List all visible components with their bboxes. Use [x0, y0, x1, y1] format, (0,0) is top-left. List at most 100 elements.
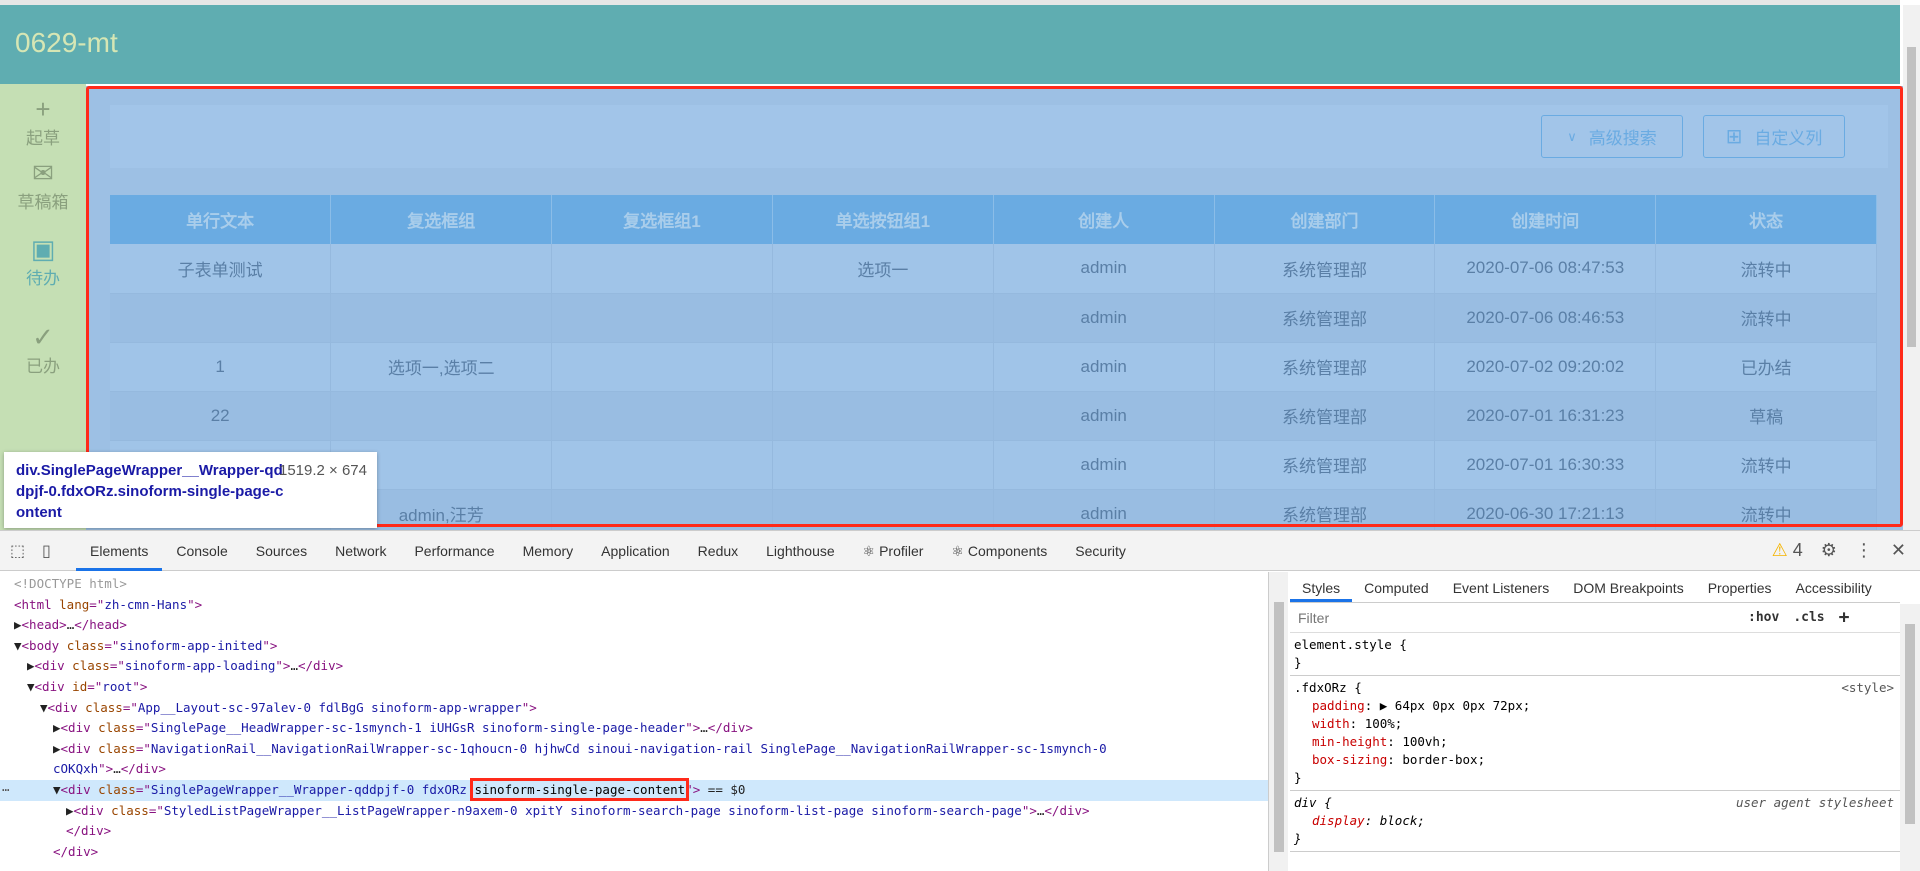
column-header[interactable]: 创建人	[993, 195, 1215, 244]
column-header[interactable]: 单选按钮组1	[772, 195, 994, 244]
more-options-icon[interactable]: ⋮	[1855, 540, 1873, 561]
styles-tab-accessibility[interactable]: Accessibility	[1784, 580, 1884, 602]
device-toolbar-icon[interactable]: ▯	[42, 541, 64, 561]
styles-filter-input[interactable]	[1294, 605, 1734, 630]
style-property[interactable]: box-sizing: border-box;	[1294, 751, 1896, 769]
table-row[interactable]: admin 系统管理部 2020-07-06 08:46:53 流转中	[110, 293, 1877, 343]
column-header[interactable]: 复选框组	[330, 195, 553, 244]
table-cell: 22	[110, 391, 332, 441]
hov-toggle[interactable]: :hov	[1748, 610, 1779, 625]
column-header[interactable]: 单行文本	[110, 195, 332, 244]
new-style-rule-button[interactable]: +	[1839, 607, 1850, 628]
devtools-tab-sources[interactable]: Sources	[242, 531, 321, 571]
envelope-icon: ✉	[32, 158, 54, 188]
dom-node-line[interactable]: ▶<div class="NavigationRail__NavigationR…	[0, 739, 1268, 760]
page-scrollbar[interactable]	[1903, 5, 1920, 530]
column-header[interactable]: 创建部门	[1214, 195, 1436, 244]
dom-node-line[interactable]: </div>	[0, 842, 1268, 863]
rail-item-已办[interactable]: ✓ 已办	[0, 322, 86, 377]
dom-token: ▼	[14, 637, 22, 653]
inspect-element-icon[interactable]: ⬚	[10, 541, 32, 561]
dom-token: ▶	[27, 658, 35, 674]
dom-node-line[interactable]: cOKQxh">…</div>	[0, 759, 1268, 780]
dom-token: ="	[104, 637, 120, 653]
rule-selector[interactable]: element.style {	[1294, 636, 1896, 654]
table-cell	[772, 391, 994, 441]
rail-item-待办[interactable]: ▣ 待办	[0, 234, 86, 289]
dom-node-line[interactable]: ▼<div id="root">	[0, 677, 1268, 698]
dom-node-line[interactable]: ▼<div class="App__Layout-sc-97alev-0 fdl…	[0, 698, 1268, 719]
dom-token: == $0	[700, 781, 746, 797]
styles-tab-dom-breakpoints[interactable]: DOM Breakpoints	[1561, 580, 1695, 602]
warning-count[interactable]: ⚠ 4	[1772, 540, 1803, 561]
devtools-tab-components[interactable]: ⚛ Components	[937, 531, 1061, 571]
rail-item-起草[interactable]: + 起草	[0, 94, 86, 149]
table-cell: 2020-07-01 16:30:33	[1434, 440, 1657, 490]
table-cell: 流转中	[1655, 244, 1877, 294]
styles-tab-properties[interactable]: Properties	[1696, 580, 1784, 602]
devtools-tab-lighthouse[interactable]: Lighthouse	[752, 531, 849, 571]
dom-token: ">	[275, 658, 291, 674]
dom-token: ▶	[53, 720, 61, 736]
property-value: : 100vh;	[1387, 734, 1448, 749]
dom-node-line[interactable]: ▶<head>…</head>	[0, 615, 1268, 636]
dom-node-line[interactable]: ▶<div class="sinoform-app-loading">…</di…	[0, 656, 1268, 677]
rule-source[interactable]: user agent stylesheet	[1736, 794, 1894, 812]
table-cell	[772, 293, 994, 343]
chevron-down-icon: ∨	[1567, 128, 1577, 144]
devtools-tab-performance[interactable]: Performance	[400, 531, 508, 571]
styles-tab-computed[interactable]: Computed	[1352, 580, 1441, 602]
style-property[interactable]: width: 100%;	[1294, 715, 1896, 733]
devtools-actions: ⚠ 4 ⚙ ⋮ ✕	[1772, 540, 1920, 561]
devtools-tab-memory[interactable]: Memory	[509, 531, 588, 571]
rule-selector[interactable]: .fdxORz {	[1294, 679, 1896, 697]
column-header[interactable]: 复选框组1	[551, 195, 773, 244]
close-icon[interactable]: ✕	[1891, 540, 1906, 561]
cls-toggle[interactable]: .cls	[1793, 610, 1824, 625]
table-cell	[551, 391, 773, 441]
styles-tab-event-listeners[interactable]: Event Listeners	[1441, 580, 1562, 602]
more-icon[interactable]: ⋯	[2, 780, 10, 801]
custom-columns-button[interactable]: ⊞ 自定义列	[1703, 115, 1845, 158]
style-rule: element.style {}	[1290, 633, 1900, 676]
dom-token: root	[102, 678, 133, 694]
gear-icon[interactable]: ⚙	[1821, 540, 1837, 561]
style-property[interactable]: display: block;	[1294, 812, 1896, 830]
devtools-tab-console[interactable]: Console	[162, 531, 241, 571]
dom-node-line[interactable]: ▶<div class="SinglePage__HeadWrapper-sc-…	[0, 718, 1268, 739]
table-row[interactable]: 1 选项一,选项二 admin 系统管理部 2020-07-02 09:20:02 已办结	[110, 342, 1877, 392]
column-header[interactable]: 创建时间	[1434, 195, 1657, 244]
dom-node-line[interactable]: <!DOCTYPE html>	[0, 574, 1268, 595]
devtools-tab-network[interactable]: Network	[321, 531, 400, 571]
table-cell: 选项一	[772, 244, 994, 294]
dom-node-line[interactable]: ▼<body class="sinoform-app-inited">	[0, 636, 1268, 657]
rule-source[interactable]: <style>	[1841, 679, 1894, 697]
devtools-tab-profiler[interactable]: ⚛ Profiler	[849, 531, 938, 571]
table-cell: 已办结	[1655, 342, 1877, 392]
table-cell: admin	[993, 489, 1215, 530]
table-row[interactable]: 子表单测试 选项一 admin 系统管理部 2020-07-06 08:47:53 流转中	[110, 244, 1877, 294]
style-property[interactable]: min-height: 100vh;	[1294, 733, 1896, 751]
styles-tab-styles[interactable]: Styles	[1290, 580, 1353, 602]
table-row[interactable]: 22 admin 系统管理部 2020-07-01 16:31:23 草稿	[110, 391, 1877, 441]
dom-node-line[interactable]: ▶<div class="StyledListPageWrapper__List…	[0, 801, 1268, 822]
devtools-tab-elements[interactable]: Elements	[76, 531, 163, 571]
elements-scrollbar[interactable]	[1268, 572, 1288, 871]
dom-token: <div	[60, 720, 99, 736]
style-property[interactable]: padding: ▶ 64px 0px 0px 72px;	[1294, 697, 1896, 715]
dom-token: sinoform-app-inited	[119, 637, 263, 653]
devtools-panel: ⬚ ▯ Elements Console Sources Network Perform…	[0, 530, 1920, 871]
custom-columns-label: 自定义列	[1754, 129, 1823, 148]
dom-node-line[interactable]: </div>	[0, 821, 1268, 842]
dom-node-line[interactable]: <html lang="zh-cmn-Hans">	[0, 595, 1268, 616]
dom-token: …	[700, 720, 708, 736]
styles-scrollbar[interactable]	[1900, 604, 1920, 871]
devtools-tab-redux[interactable]: Redux	[684, 531, 752, 571]
devtools-tab-security[interactable]: Security	[1061, 531, 1140, 571]
dom-node-line[interactable]: ⋯ ▼<div class="SinglePageWrapper__Wrapper…	[0, 777, 1268, 801]
rail-item-草稿箱[interactable]: ✉ 草稿箱	[0, 158, 86, 213]
advanced-search-button[interactable]: ∨ 高级搜索	[1541, 115, 1683, 158]
column-header[interactable]: 状态	[1655, 195, 1877, 244]
devtools-tab-application[interactable]: Application	[587, 531, 684, 571]
dom-token: ="	[87, 678, 103, 694]
